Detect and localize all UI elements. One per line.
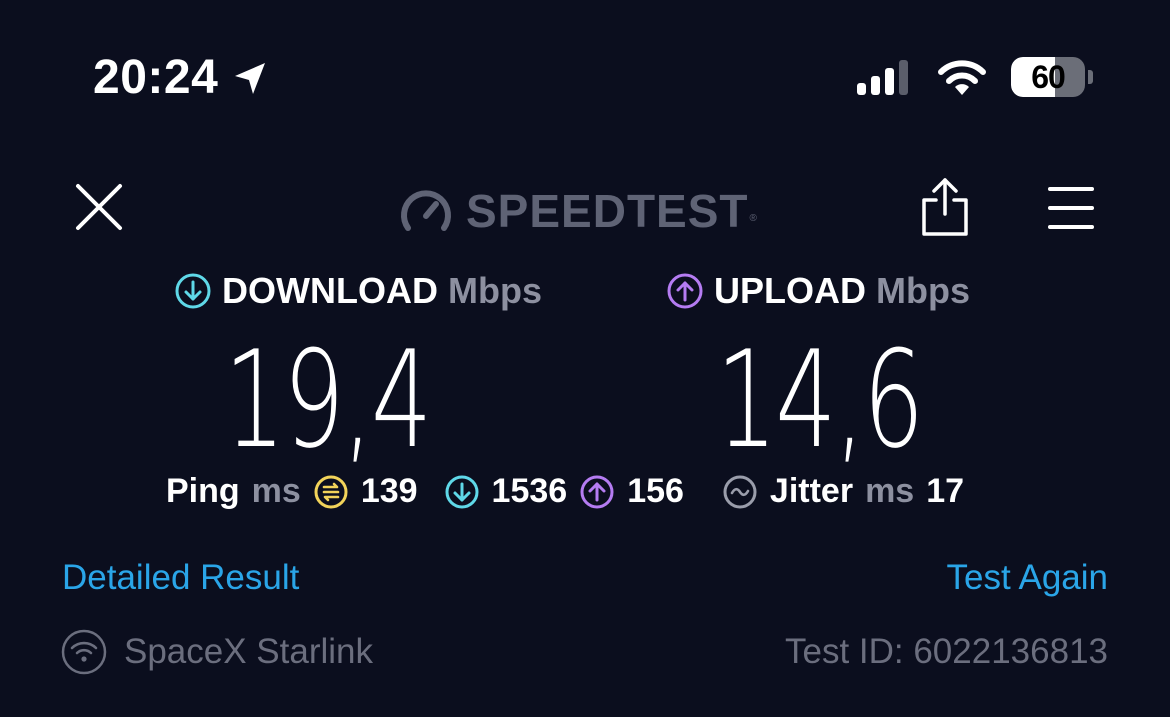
upload-arrow-icon xyxy=(667,273,703,309)
download-speed-value: 19,4 xyxy=(224,322,432,478)
location-arrow-icon xyxy=(235,62,266,94)
close-icon xyxy=(76,184,122,230)
battery-level: 60 xyxy=(1031,58,1066,95)
upload-unit: Mbps xyxy=(876,270,970,311)
share-button[interactable] xyxy=(918,176,972,238)
menu-button[interactable] xyxy=(1046,183,1096,233)
wifi-provider-icon xyxy=(61,629,107,675)
provider-info: SpaceX Starlink xyxy=(60,628,373,676)
ping-unit: ms xyxy=(251,472,301,510)
upload-header: UPLOAD Mbps xyxy=(666,270,970,312)
status-bar-indicators: 60 xyxy=(855,55,1095,99)
provider-name: SpaceX Starlink xyxy=(124,632,374,671)
detailed-result-link[interactable]: Detailed Result xyxy=(62,558,299,598)
ping-upload-value: 156 xyxy=(627,472,684,510)
time-text: 20:24 xyxy=(93,51,219,104)
upload-speed-value: 14,6 xyxy=(716,322,924,478)
logo-text: SPEEDTEST xyxy=(466,185,749,237)
upload-label: UPLOAD xyxy=(714,270,866,311)
battery-icon: 60 xyxy=(1011,55,1095,99)
wifi-icon xyxy=(938,60,986,95)
share-icon xyxy=(922,178,968,236)
ping-idle-value: 139 xyxy=(360,472,418,510)
speedtest-logo: SPEEDTEST® xyxy=(400,184,757,238)
jitter-value: 17 xyxy=(926,472,965,510)
ping-download-value: 1536 xyxy=(491,472,568,510)
ping-label: Ping xyxy=(166,472,240,510)
battery-body: 60 xyxy=(1011,57,1085,97)
download-arrow-icon xyxy=(175,273,211,309)
jitter-icon xyxy=(723,475,757,508)
idle-latency-icon xyxy=(314,475,348,508)
close-button[interactable] xyxy=(74,182,124,232)
download-header: DOWNLOAD Mbps xyxy=(174,270,542,312)
battery-tip xyxy=(1088,70,1093,84)
download-unit: Mbps xyxy=(447,270,542,311)
logo-trademark: ® xyxy=(749,212,757,224)
jitter-label: Jitter xyxy=(769,472,854,510)
cellular-signal-icon xyxy=(857,60,908,95)
download-label: DOWNLOAD xyxy=(222,270,438,311)
speedtest-result-screen: 20:24 60 SPEEDTEST® DOWNLOAD Mbps UPLOAD… xyxy=(0,0,1170,717)
menu-icon xyxy=(1048,187,1094,229)
jitter-unit: ms xyxy=(865,472,915,510)
test-id: Test ID: 6022136813 xyxy=(784,632,1108,671)
gauge-icon xyxy=(401,190,451,231)
status-bar-time: 20:24 xyxy=(93,50,270,105)
download-latency-icon xyxy=(445,475,479,508)
latency-row: Ping ms 139 1536 156 Jitter ms 17 xyxy=(166,472,964,511)
upload-latency-icon xyxy=(580,475,614,508)
test-again-link[interactable]: Test Again xyxy=(947,558,1109,598)
